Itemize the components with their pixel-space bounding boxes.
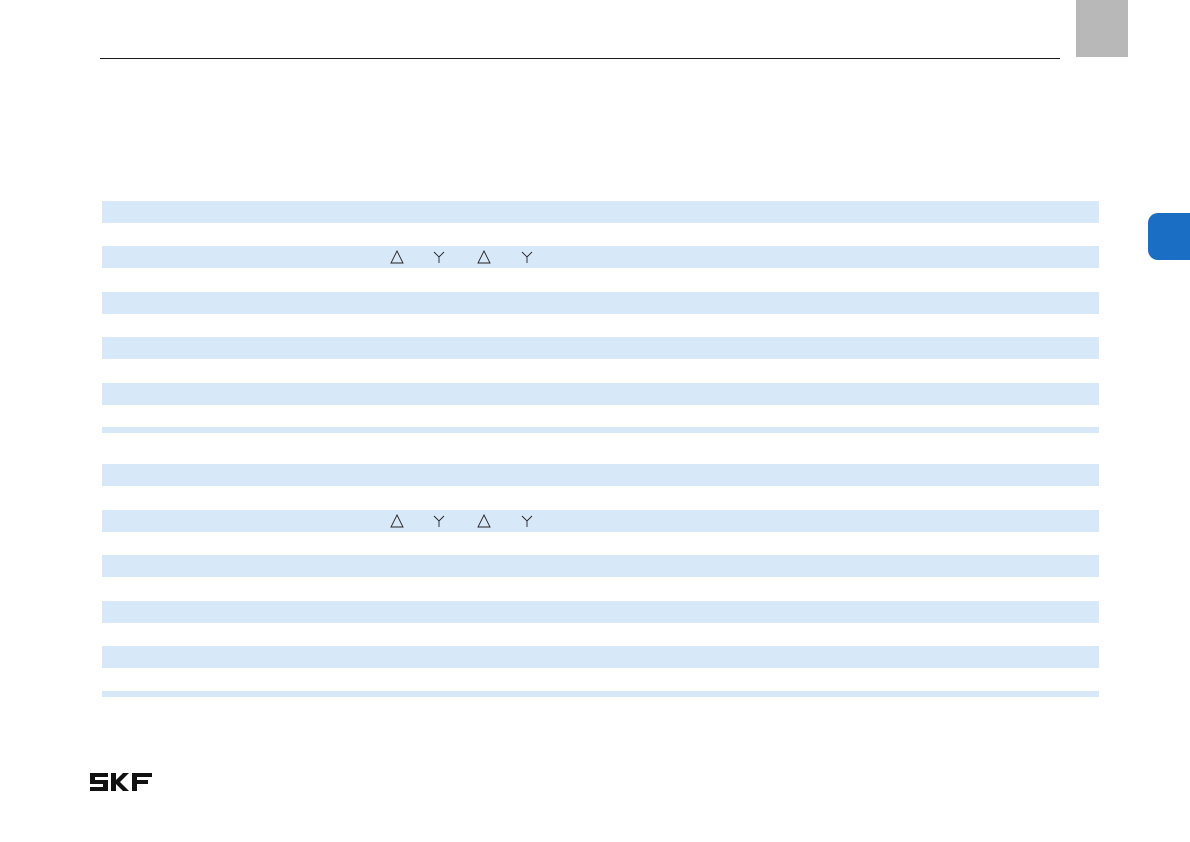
wye-icon [520, 250, 534, 264]
table-row [102, 201, 1099, 223]
corner-tab [1076, 0, 1128, 57]
wye-icon [432, 250, 446, 264]
table-row [102, 601, 1099, 623]
table-row [102, 646, 1099, 668]
table-bottom-rule [102, 691, 1099, 697]
table-row [102, 246, 1099, 268]
table-row [102, 555, 1099, 577]
wye-icon [432, 514, 446, 528]
table-bottom-rule [102, 427, 1099, 433]
section-tab[interactable] [1148, 213, 1190, 260]
table-row [102, 383, 1099, 405]
table-row [102, 292, 1099, 314]
delta-icon [390, 250, 404, 264]
delta-icon [390, 514, 404, 528]
delta-icon [477, 250, 491, 264]
table-row [102, 337, 1099, 359]
skf-logo [90, 773, 152, 791]
delta-icon [477, 514, 491, 528]
table-row [102, 464, 1099, 486]
table-row [102, 510, 1099, 532]
document-page [0, 0, 1190, 842]
header-rule [100, 58, 1060, 59]
wye-icon [520, 514, 534, 528]
